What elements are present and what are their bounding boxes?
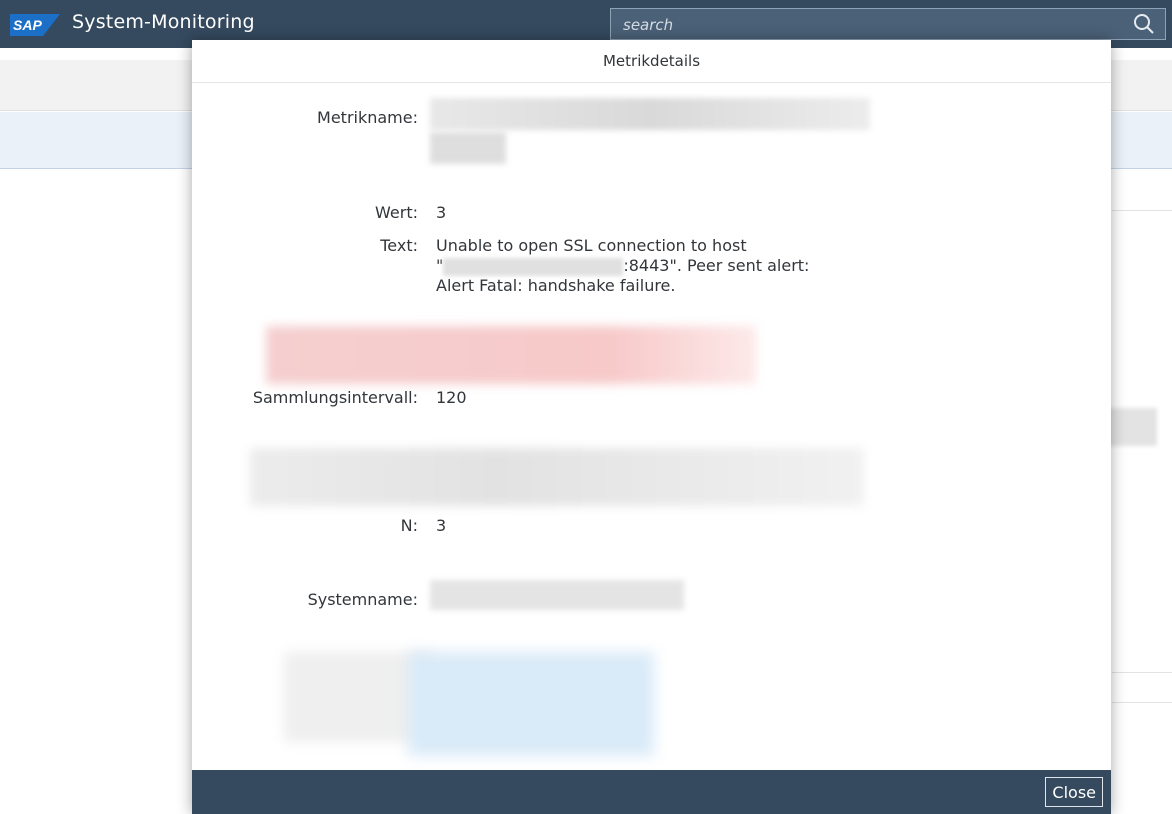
alert-text: Unable to open SSL connection to host ":… xyxy=(436,236,856,296)
table-row-divider xyxy=(1112,672,1172,673)
search-input[interactable] xyxy=(611,9,1135,41)
search-icon xyxy=(1134,14,1154,34)
value-label: Wert: xyxy=(375,203,418,222)
metric-details-dialog: Metrikdetails Metrikname: Wert: 3 Text: … xyxy=(192,40,1111,814)
dialog-footer: Close xyxy=(192,770,1111,814)
metric-name-label: Metrikname: xyxy=(317,108,418,127)
search-button[interactable] xyxy=(1125,9,1165,39)
redacted-system-name xyxy=(430,580,684,610)
redacted-metric-name-cont xyxy=(430,132,506,164)
interval-value: 120 xyxy=(436,388,467,407)
redacted-status-field xyxy=(266,326,756,384)
alert-text-line1: Unable to open SSL connection to host xyxy=(436,236,747,255)
dialog-title: Metrikdetails xyxy=(192,40,1111,83)
alert-text-line3: Alert Fatal: handshake failure. xyxy=(436,276,676,295)
interval-label: Sammlungsintervall: xyxy=(252,388,418,407)
alert-text-port: :8443". Peer sent alert: xyxy=(623,256,810,275)
alert-text-quote: " xyxy=(436,256,444,275)
sap-logo: SAP xyxy=(10,14,60,36)
text-label: Text: xyxy=(380,236,418,255)
redacted-link[interactable] xyxy=(408,652,654,756)
table-row-divider xyxy=(1112,702,1172,703)
value-text: 3 xyxy=(436,203,447,222)
redacted-metric-name xyxy=(430,98,870,130)
n-value: 3 xyxy=(436,516,447,535)
n-label: N: xyxy=(400,516,418,535)
redacted-field xyxy=(250,448,864,506)
alert-text-line2: " :8443". Peer sent alert: xyxy=(436,256,856,276)
app-title: System-Monitoring xyxy=(72,11,255,33)
redacted-host xyxy=(443,257,624,276)
table-row-divider xyxy=(1112,210,1172,211)
system-name-label: Systemname: xyxy=(307,590,418,609)
search-field[interactable] xyxy=(610,8,1166,41)
close-button[interactable]: Close xyxy=(1045,777,1103,807)
redacted-background-item xyxy=(1107,408,1157,446)
